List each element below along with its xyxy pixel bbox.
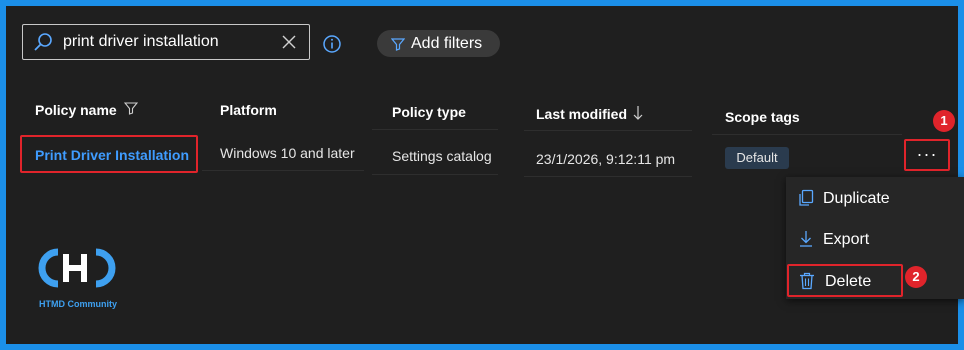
divider — [712, 134, 902, 135]
step-marker-1: 1 — [933, 110, 955, 132]
filter-icon — [391, 38, 405, 51]
menu-item-export[interactable]: Export — [786, 220, 964, 258]
sort-descending-icon[interactable] — [632, 105, 644, 121]
htmd-logo-icon — [38, 248, 116, 288]
duplicate-icon — [799, 189, 814, 206]
platform-cell: Windows 10 and later — [220, 145, 355, 161]
divider — [372, 129, 498, 130]
column-header-last-modified[interactable]: Last modified — [536, 106, 627, 122]
menu-item-label: Export — [823, 231, 870, 248]
step-marker-2: 2 — [905, 266, 927, 288]
divider — [524, 176, 692, 177]
close-icon[interactable] — [281, 34, 297, 50]
add-filters-button[interactable]: Add filters — [377, 30, 500, 57]
search-icon — [34, 33, 52, 51]
filter-icon[interactable] — [124, 101, 138, 115]
divider — [372, 174, 498, 175]
column-header-policy-name[interactable]: Policy name — [35, 102, 117, 118]
last-modified-cell: 23/1/2026, 9:12:11 pm — [536, 151, 676, 167]
divider — [524, 130, 692, 131]
watermark-text: HTMD Community — [39, 299, 117, 309]
column-header-scope-tags[interactable]: Scope tags — [725, 109, 800, 125]
trash-icon — [800, 272, 814, 290]
menu-item-label: Delete — [825, 273, 872, 290]
more-actions-button[interactable]: ··· — [904, 139, 950, 171]
scope-tag-badge: Default — [725, 147, 789, 169]
search-box[interactable]: print driver installation — [22, 24, 310, 60]
column-header-policy-type[interactable]: Policy type — [392, 104, 466, 120]
menu-item-duplicate[interactable]: Duplicate — [786, 179, 964, 217]
context-menu: Duplicate Export Delete — [786, 177, 964, 299]
column-header-platform[interactable]: Platform — [220, 102, 277, 118]
content-frame: print driver installation Add filters Po… — [6, 6, 964, 344]
divider — [202, 170, 364, 171]
search-input[interactable]: print driver installation — [63, 33, 219, 51]
menu-item-delete[interactable]: Delete — [787, 264, 903, 297]
info-icon[interactable] — [322, 34, 342, 54]
policy-type-cell: Settings catalog — [392, 148, 492, 164]
menu-item-label: Duplicate — [823, 190, 890, 207]
add-filters-label: Add filters — [411, 35, 483, 52]
policy-name-link[interactable]: Print Driver Installation — [35, 147, 189, 163]
table-row-policy-link[interactable]: Print Driver Installation — [20, 135, 198, 173]
download-icon — [800, 231, 812, 247]
